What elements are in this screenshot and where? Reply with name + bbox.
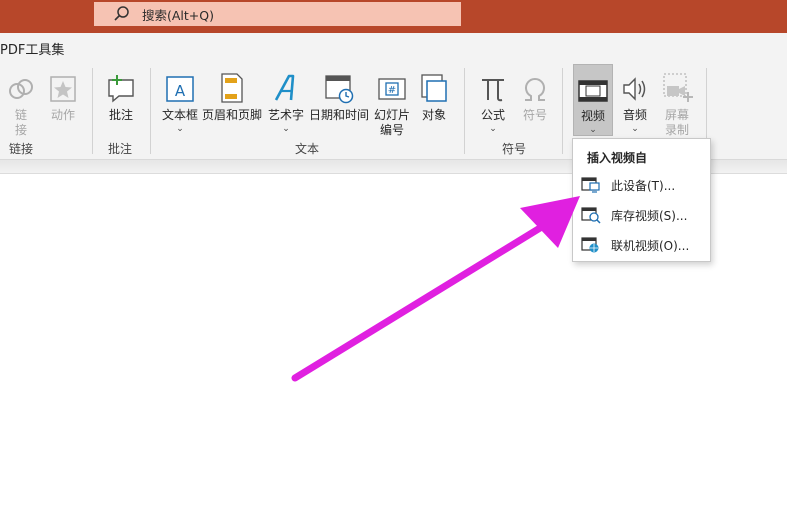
arrow-shaft [291,224,544,382]
arrow-head [520,196,580,248]
annotation-arrow [291,196,580,382]
